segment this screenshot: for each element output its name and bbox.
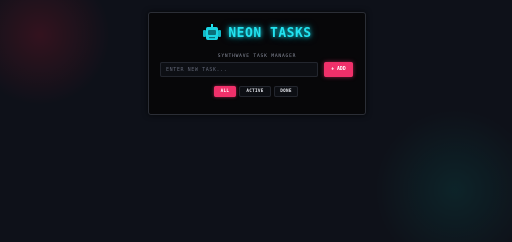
filter-done-button[interactable]: DONE	[274, 86, 298, 97]
filter-active-button[interactable]: ACTIVE	[239, 86, 271, 97]
new-task-row: + ADD	[160, 62, 354, 77]
filter-all-button[interactable]: ALL	[214, 86, 236, 97]
task-card: NEON TASKS SYNTHWAVE TASK MANAGER + ADD …	[148, 12, 366, 115]
header: NEON TASKS	[149, 22, 365, 44]
new-task-input[interactable]	[160, 62, 318, 77]
app-title: NEON TASKS	[228, 25, 312, 41]
add-task-button[interactable]: + ADD	[324, 62, 353, 77]
filter-bar: ALL ACTIVE DONE	[214, 86, 298, 97]
app-subtitle: SYNTHWAVE TASK MANAGER	[217, 54, 297, 59]
robot-icon	[203, 24, 222, 40]
